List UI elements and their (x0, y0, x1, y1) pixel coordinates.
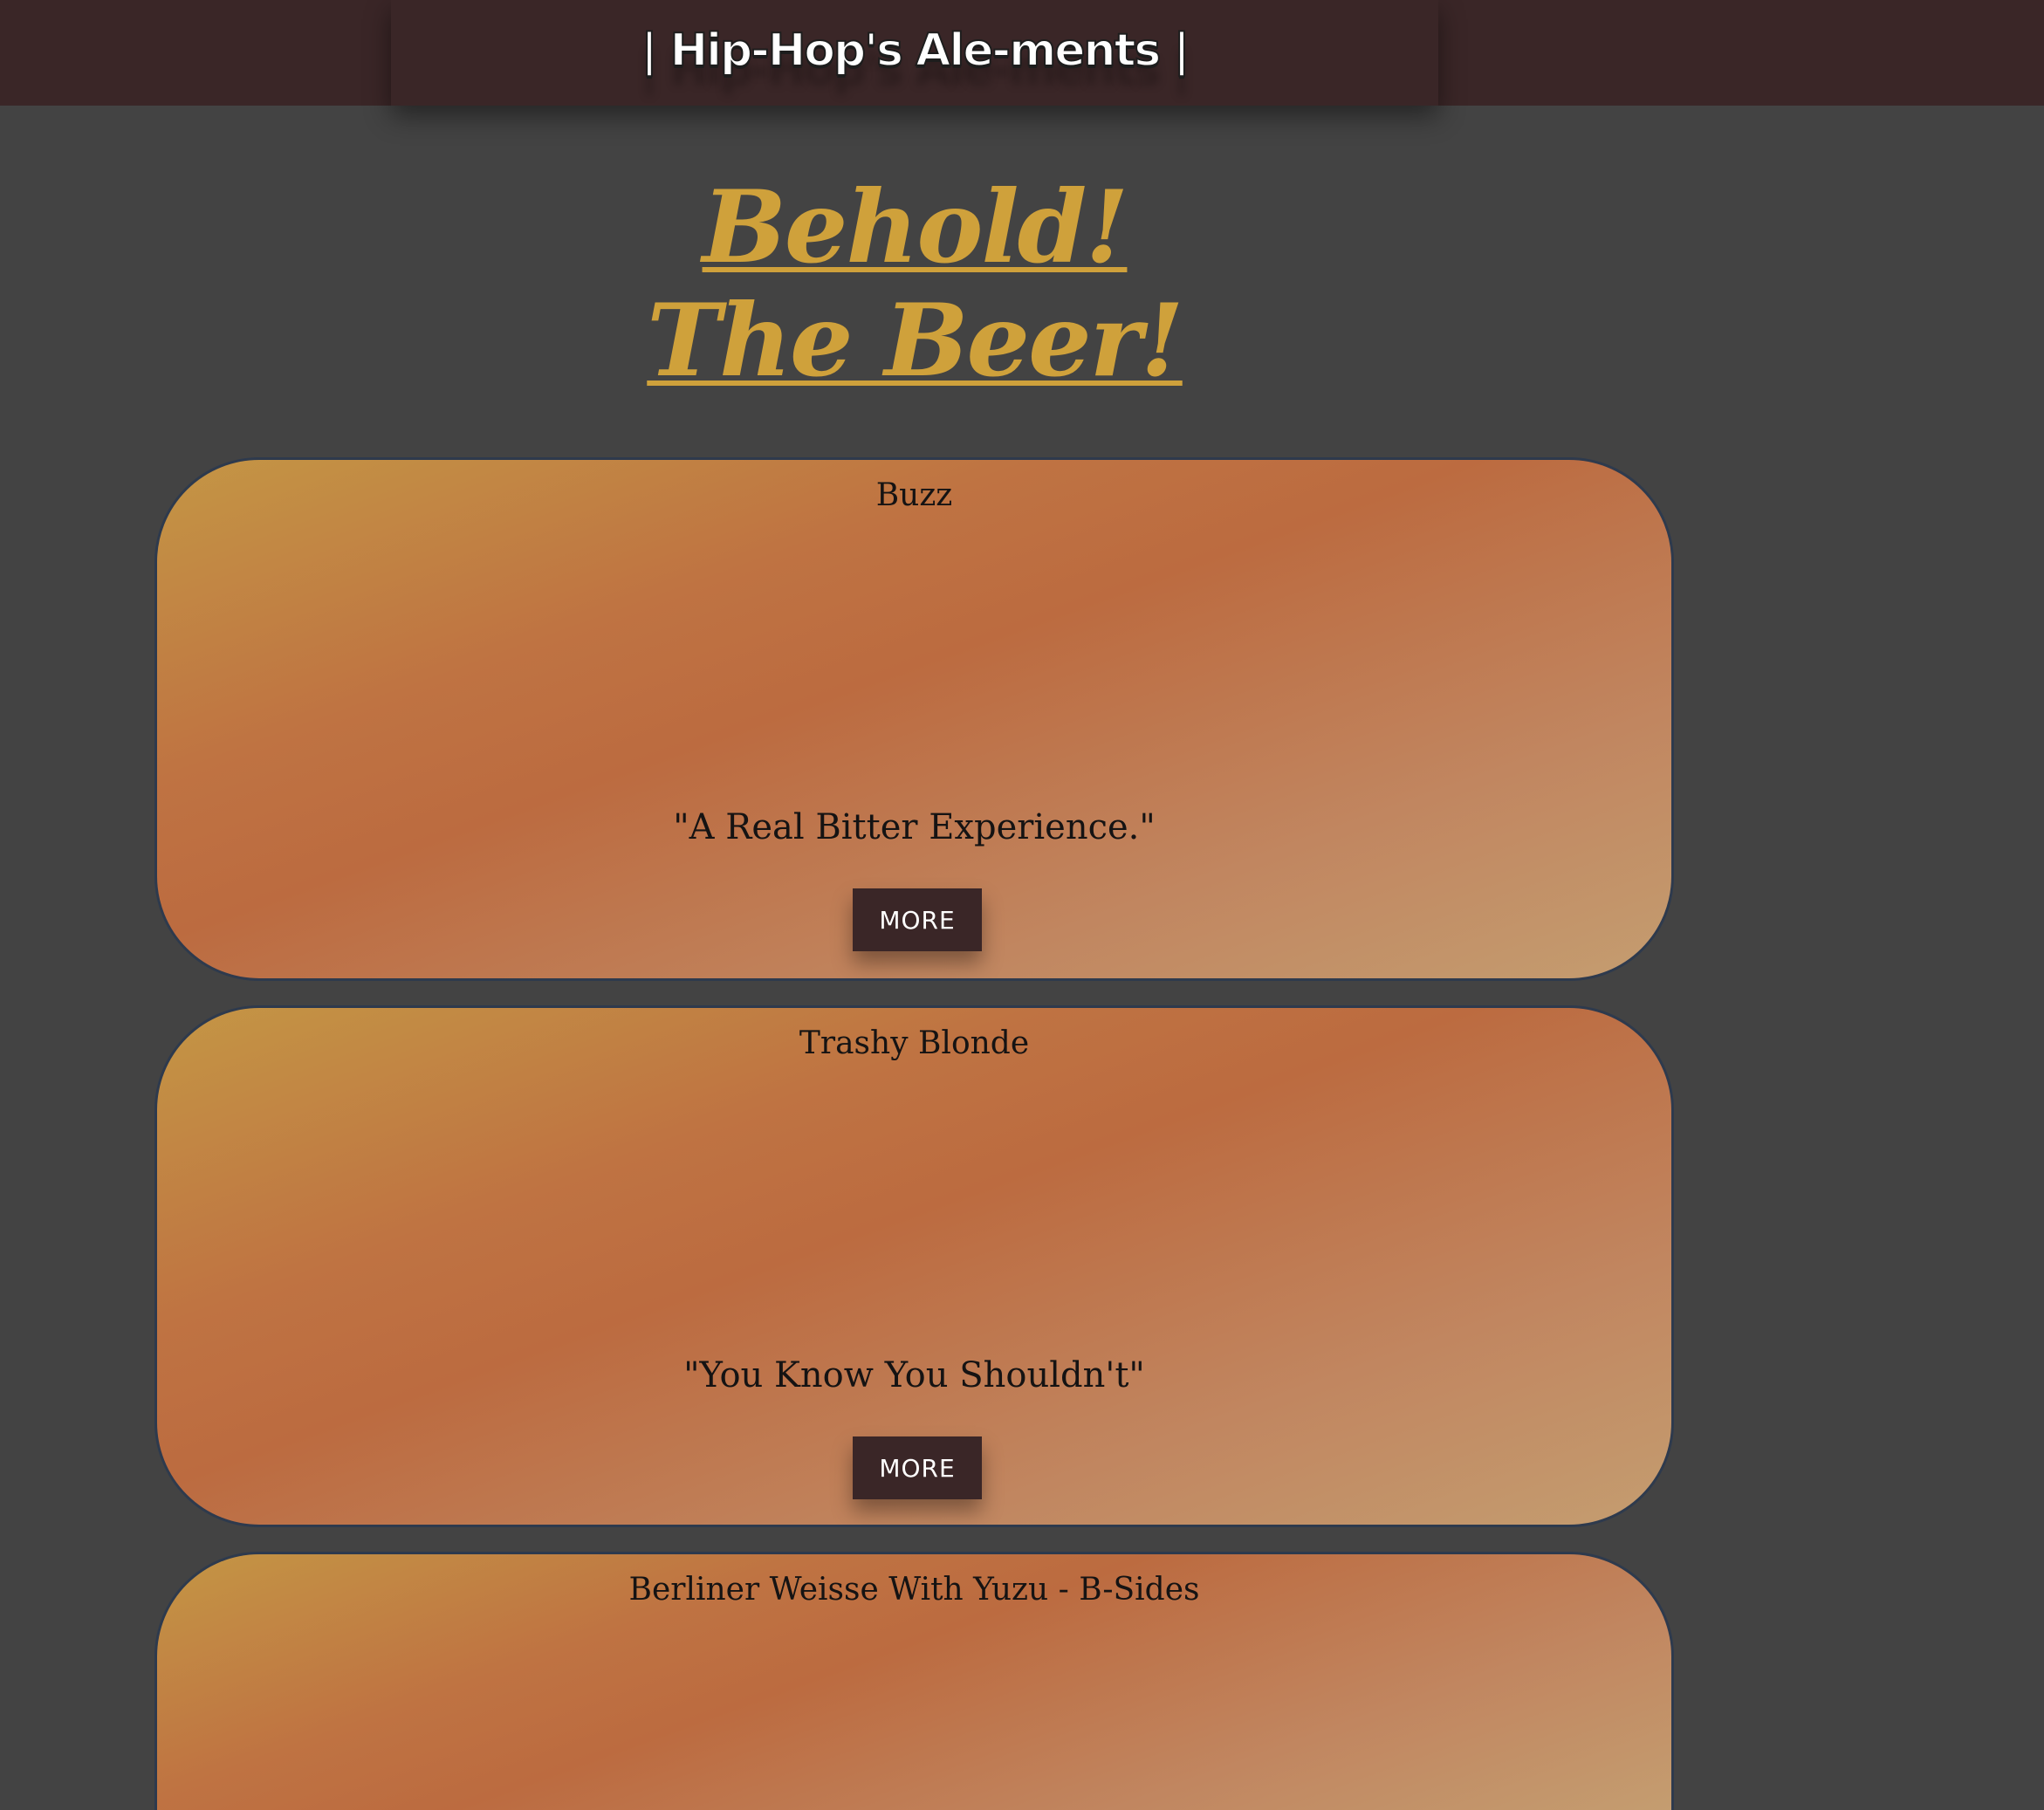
beer-tagline: "You Know You Shouldn't" (683, 1355, 1145, 1395)
beer-card-trashy-blonde: Trashy Blonde "You Know You Shouldn't" M… (154, 1005, 1674, 1527)
beer-tagline: "A Real Bitter Experience." (673, 807, 1156, 847)
page-title-line-1: Behold! (702, 168, 1129, 285)
site-header: | Hip-Hop's Ale-ments | (391, 0, 1438, 106)
beer-name: Trashy Blonde (799, 1025, 1030, 1061)
beer-name: Berliner Weisse With Yuzu - B-Sides (628, 1572, 1200, 1608)
page-title-line-2: The Beer! (647, 282, 1183, 399)
page-title: Behold! The Beer! (0, 170, 1829, 397)
more-button[interactable]: MORE (853, 888, 982, 951)
beer-name: Buzz (875, 477, 953, 513)
beer-card-berliner-weisse: Berliner Weisse With Yuzu - B-Sides (154, 1552, 1674, 1810)
more-button[interactable]: MORE (853, 1436, 982, 1499)
site-brand[interactable]: | Hip-Hop's Ale-ments | (641, 24, 1191, 78)
beer-card-buzz: Buzz "A Real Bitter Experience." MORE (154, 457, 1674, 981)
